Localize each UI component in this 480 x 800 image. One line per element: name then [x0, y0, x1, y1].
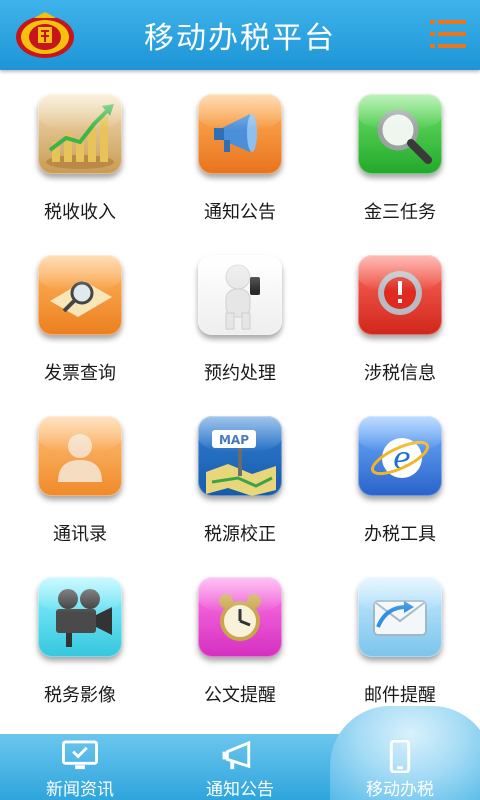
tile-label: 预约处理	[204, 363, 276, 384]
tile-golden-tax-tasks[interactable]: 金三任务	[320, 78, 480, 239]
contact-icon	[38, 416, 122, 496]
video-camera-icon	[38, 577, 122, 657]
internet-explorer-icon: e	[358, 416, 442, 496]
tab-label: 新闻资讯	[46, 780, 114, 800]
tax-bureau-logo-icon	[16, 12, 74, 58]
mail-icon	[358, 577, 442, 657]
tile-tax-info[interactable]: 涉税信息	[320, 239, 480, 400]
tab-label: 通知公告	[206, 780, 274, 800]
alert-icon	[358, 255, 442, 335]
tile-label: 办税工具	[364, 524, 436, 545]
tile-tax-tools[interactable]: e 办税工具	[320, 400, 480, 561]
tile-label: 税源校正	[204, 524, 276, 545]
megaphone-icon	[222, 740, 251, 770]
tab-mobile-tax[interactable]: 移动办税	[320, 706, 480, 800]
tab-notice[interactable]: 通知公告	[160, 734, 320, 800]
tile-notice[interactable]: 通知公告	[160, 78, 320, 239]
tile-tax-revenue[interactable]: 税收收入	[0, 78, 160, 239]
tab-label: 移动办税	[366, 780, 434, 800]
alarm-clock-icon	[198, 577, 282, 657]
tile-label: 邮件提醒	[364, 685, 436, 706]
tile-invoice-query[interactable]: 发票查询	[0, 239, 160, 400]
tile-document-reminder[interactable]: 公文提醒	[160, 561, 320, 722]
growth-chart-icon	[38, 94, 122, 174]
header-bar: 移动办税平台	[0, 0, 480, 70]
tile-tax-source-correction[interactable]: MAP 税源校正	[160, 400, 320, 561]
tab-news[interactable]: 新闻资讯	[0, 734, 160, 800]
function-grid: 税收收入 通知公告 金三任务 发票查询 预约处理 涉税信息 通讯录 MAP 税源…	[0, 78, 480, 728]
tile-mail-reminder[interactable]: 邮件提醒	[320, 561, 480, 722]
tile-appointment[interactable]: 预约处理	[160, 239, 320, 400]
tile-label: 金三任务	[364, 202, 436, 223]
tile-label: 发票查询	[44, 363, 116, 384]
megaphone-icon	[198, 94, 282, 174]
tile-label: 通知公告	[204, 202, 276, 223]
person-phone-icon	[198, 255, 282, 335]
tile-label: 涉税信息	[364, 363, 436, 384]
page-title: 移动办税平台	[144, 21, 336, 56]
map-icon: MAP	[198, 416, 282, 496]
invoice-search-icon	[38, 255, 122, 335]
tile-label: 税务影像	[44, 685, 116, 706]
tile-label: 公文提醒	[204, 685, 276, 706]
magnifier-icon	[358, 94, 442, 174]
menu-icon[interactable]	[430, 16, 466, 52]
tile-label: 通讯录	[53, 524, 107, 545]
mobile-phone-icon	[389, 740, 411, 773]
tile-tax-video[interactable]: 税务影像	[0, 561, 160, 722]
monitor-icon	[62, 740, 98, 770]
map-sign-text: MAP	[219, 433, 249, 447]
bottom-tab-bar: 新闻资讯 通知公告 移动办税	[0, 706, 480, 800]
tile-contacts[interactable]: 通讯录	[0, 400, 160, 561]
tile-label: 税收收入	[44, 202, 116, 223]
